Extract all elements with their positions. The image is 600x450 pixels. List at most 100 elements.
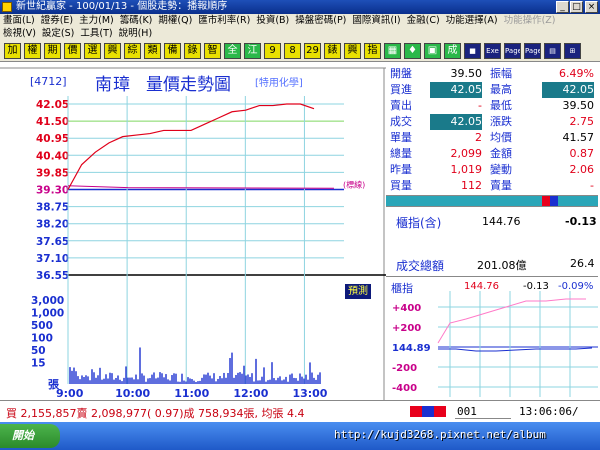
quote-row: 成交 42.05 漲跌 2.75 bbox=[386, 114, 596, 130]
quote-label: 金額 bbox=[490, 147, 512, 160]
toolbar-button[interactable]: 價 bbox=[64, 43, 81, 59]
toolbar-button[interactable]: 期 bbox=[44, 43, 61, 59]
volume-unit-label: 張 bbox=[48, 378, 60, 391]
quote-label: 開盤 bbox=[390, 67, 412, 80]
reference-line-tag: (標線) bbox=[343, 180, 365, 190]
time-tick-label: 11:00 bbox=[174, 387, 209, 400]
quote-row: 昨量 1,019 變動 2.06 bbox=[386, 162, 596, 178]
mini-index-pct: -0.09% bbox=[558, 281, 594, 292]
time-tick-label: 10:00 bbox=[115, 387, 150, 400]
toolbar-button[interactable]: ▤ bbox=[544, 43, 561, 59]
mini-tick-label: +200 bbox=[392, 323, 421, 334]
toolbar-button[interactable]: ♦ bbox=[404, 43, 421, 59]
volume-tick-label: 1,000 bbox=[31, 308, 64, 320]
toolbar: 加權期價選興綜類備錄智全江 9 8 29 錶興指 ▦ ♦ ▣ 成 ■ Exe Page Page ▤ ⊞ bbox=[0, 40, 600, 62]
time-tick-label: 13:00 bbox=[292, 387, 327, 400]
clock: 13:06:06/ bbox=[519, 405, 579, 418]
toolbar-button[interactable]: Page bbox=[524, 43, 541, 59]
toolbar-button[interactable]: 綜 bbox=[124, 43, 141, 59]
toolbar-button[interactable]: 權 bbox=[24, 43, 41, 59]
toolbar-button[interactable]: 8 bbox=[284, 43, 301, 59]
turnover-value: 201.08億 bbox=[477, 259, 527, 272]
menu-item[interactable]: 畫面(L) bbox=[0, 14, 38, 27]
maximize-button[interactable]: □ bbox=[570, 1, 583, 13]
quote-label: 昨量 bbox=[390, 163, 412, 176]
toolbar-button[interactable]: 類 bbox=[144, 43, 161, 59]
quote-value: - bbox=[590, 179, 594, 192]
toolbar-button[interactable]: 選 bbox=[84, 43, 101, 59]
volume-tick-label: 500 bbox=[31, 320, 53, 332]
price-tick-label: 41.50 bbox=[36, 116, 69, 128]
prediction-button[interactable]: 預測 bbox=[345, 284, 371, 299]
close-button[interactable]: × bbox=[585, 1, 598, 13]
menu-item[interactable]: 工具(T) bbox=[77, 27, 115, 40]
quote-value: - bbox=[478, 99, 482, 112]
chart-title: 量價走勢圖 bbox=[146, 75, 231, 95]
mini-tick-label: +400 bbox=[392, 303, 421, 314]
menu-item[interactable]: 功能操作(Z) bbox=[501, 14, 559, 27]
menu-item[interactable]: 國際資訊(I) bbox=[349, 14, 403, 27]
start-button[interactable]: 開始 bbox=[0, 424, 60, 448]
toolbar-button[interactable]: 加 bbox=[4, 43, 21, 59]
price-tick-label: 39.30 bbox=[36, 185, 69, 197]
menu-item[interactable]: 籌碼(K) bbox=[117, 14, 156, 27]
stock-code[interactable]: [4712] bbox=[30, 75, 67, 88]
mini-tick-label: 144.89 bbox=[392, 343, 431, 354]
turnover-label: 成交總額 bbox=[396, 259, 445, 273]
index-change: -0.13 bbox=[565, 215, 597, 228]
toolbar-button[interactable]: ▦ bbox=[384, 43, 401, 59]
menu-item[interactable]: 功能選擇(A) bbox=[443, 14, 501, 27]
menu-item[interactable]: 匯市利率(R) bbox=[195, 14, 253, 27]
toolbar-button[interactable]: 全 bbox=[224, 43, 241, 59]
toolbar-button[interactable]: 成 bbox=[444, 43, 461, 59]
volume-tick-label: 15 bbox=[31, 358, 46, 370]
quote-label: 最低 bbox=[490, 99, 512, 112]
index-value: 144.76 bbox=[482, 215, 521, 228]
quote-value: 39.50 bbox=[450, 67, 483, 80]
menu-item[interactable]: 主力(M) bbox=[76, 14, 117, 27]
toolbar-button[interactable]: 9 bbox=[264, 43, 281, 59]
toolbar-button[interactable]: 指 bbox=[364, 43, 381, 59]
mini-tick-label: -200 bbox=[392, 363, 417, 374]
menu-item[interactable]: 金融(C) bbox=[404, 14, 443, 27]
toolbar-button[interactable]: 興 bbox=[344, 43, 361, 59]
mini-background bbox=[386, 277, 598, 401]
price-volume-chart: 42.05 41.50 40.95 40.40 39.85 39.30 38.75 38.20… bbox=[0, 62, 386, 400]
title-bar: 新世紀贏家 - 100/01/13 - 個股走勢：播報順序 _ □ × bbox=[0, 0, 600, 14]
quote-label: 變動 bbox=[490, 163, 512, 176]
quote-value: 42.05 bbox=[430, 114, 482, 130]
menu-row-main: 畫面(L) 證券(E) 主力(M) 籌碼(K) 期權(Q) 匯市利率(R) 投資(B) 操盤密… bbox=[0, 14, 559, 27]
time-tick-label: 12:00 bbox=[233, 387, 268, 400]
minimize-button[interactable]: _ bbox=[556, 1, 569, 13]
menu-item[interactable]: 檢視(V) bbox=[0, 27, 39, 40]
toolbar-button[interactable]: ■ bbox=[464, 43, 481, 59]
quote-label: 振幅 bbox=[490, 67, 512, 80]
menu-item[interactable]: 期權(Q) bbox=[155, 14, 195, 27]
toolbar-button[interactable]: Exe bbox=[484, 43, 501, 59]
price-tick-label: 37.10 bbox=[36, 253, 69, 265]
menu-item[interactable]: 證券(E) bbox=[38, 14, 76, 27]
price-tick-label: 40.40 bbox=[36, 150, 69, 162]
toolbar-button[interactable]: 備 bbox=[164, 43, 181, 59]
toolbar-button[interactable]: 智 bbox=[204, 43, 221, 59]
toolbar-button[interactable]: Page bbox=[504, 43, 521, 59]
toolbar-button[interactable]: 江 bbox=[244, 43, 261, 59]
toolbar-button[interactable]: 錶 bbox=[324, 43, 341, 59]
volume-tick-label: 3,000 bbox=[31, 295, 64, 307]
chart-background bbox=[0, 62, 386, 400]
toolbar-button[interactable]: 錄 bbox=[184, 43, 201, 59]
menu-item[interactable]: 設定(S) bbox=[39, 27, 77, 40]
stock-code-input[interactable] bbox=[455, 404, 511, 419]
mini-tick-label: -400 bbox=[392, 383, 417, 394]
menu-item[interactable]: 投資(B) bbox=[253, 14, 292, 27]
quote-row: 賣出 - 最低 39.50 bbox=[386, 98, 596, 114]
menu-item[interactable]: 操盤密碼(P) bbox=[292, 14, 349, 27]
price-tick-label: 42.05 bbox=[36, 99, 69, 111]
toolbar-button[interactable]: ⊞ bbox=[564, 43, 581, 59]
toolbar-button[interactable]: 興 bbox=[104, 43, 121, 59]
menu-item[interactable]: 說明(H) bbox=[116, 27, 156, 40]
flag-red bbox=[410, 406, 422, 417]
industry-tag: [特用化學] bbox=[255, 78, 303, 89]
toolbar-button[interactable]: ▣ bbox=[424, 43, 441, 59]
toolbar-button[interactable]: 29 bbox=[304, 43, 321, 59]
